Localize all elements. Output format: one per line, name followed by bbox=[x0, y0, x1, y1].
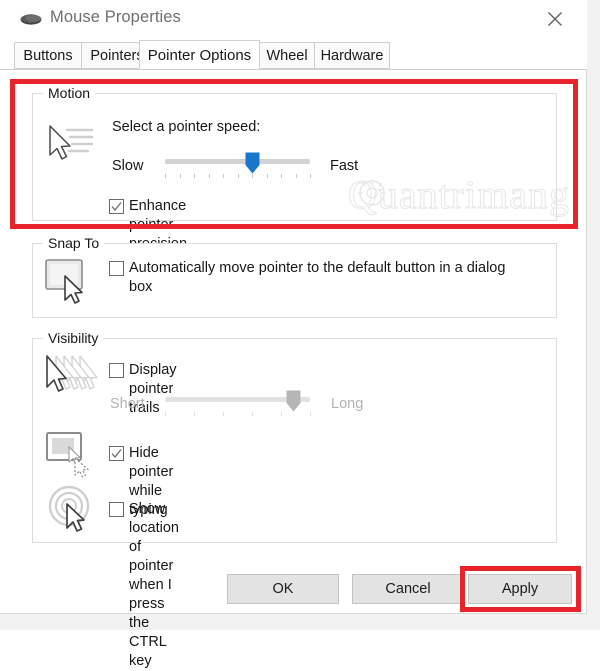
mouse-icon bbox=[20, 12, 42, 27]
snap-to-legend: Snap To bbox=[43, 235, 105, 251]
slider-thumb[interactable] bbox=[245, 152, 260, 174]
cancel-button[interactable]: Cancel bbox=[352, 574, 464, 604]
mouse-properties-dialog: Mouse Properties Buttons Pointers Pointe… bbox=[0, 0, 587, 669]
slider-ticks bbox=[165, 174, 311, 180]
tab-buttons[interactable]: Buttons bbox=[14, 42, 82, 69]
apply-button[interactable]: Apply bbox=[468, 574, 572, 604]
slider-tick bbox=[237, 174, 239, 178]
trails-long-label: Long bbox=[331, 396, 364, 412]
trails-short-label: Short bbox=[110, 396, 145, 412]
slider-tick bbox=[310, 412, 311, 416]
auto-move-pointer-label: Automatically move pointer to the defaul… bbox=[129, 260, 506, 295]
slider-tick bbox=[310, 174, 311, 178]
window-title: Mouse Properties bbox=[50, 8, 181, 26]
pointer-trails-icon bbox=[40, 352, 102, 407]
screen: Mouse Properties Buttons Pointers Pointe… bbox=[0, 0, 600, 669]
close-icon[interactable] bbox=[533, 4, 577, 36]
pointer-trails-slider[interactable] bbox=[165, 390, 311, 418]
enhance-precision-checkbox[interactable] bbox=[109, 199, 124, 214]
slider-tick bbox=[208, 174, 210, 178]
slider-slow-label: Slow bbox=[112, 158, 144, 174]
trails-slider-thumb[interactable] bbox=[286, 390, 301, 412]
slider-tick bbox=[179, 174, 181, 178]
snap-to-button-icon bbox=[44, 258, 96, 311]
show-location-ctrl-label: Show location of pointer when I press th… bbox=[129, 501, 179, 669]
select-pointer-speed-label: Select a pointer speed: bbox=[112, 119, 261, 135]
display-trails-checkbox[interactable] bbox=[109, 363, 124, 378]
slider-tick bbox=[165, 412, 166, 416]
slider-tick bbox=[281, 412, 282, 416]
pointer-speed-icon bbox=[42, 122, 96, 171]
slider-tick bbox=[165, 174, 166, 178]
slider-tick bbox=[252, 412, 253, 416]
tab-pointer-options[interactable]: Pointer Options bbox=[139, 40, 260, 69]
title-bar: Mouse Properties bbox=[0, 0, 587, 42]
tab-wheel[interactable]: Wheel bbox=[259, 42, 315, 69]
tab-hardware[interactable]: Hardware bbox=[314, 42, 390, 69]
ok-button[interactable]: OK bbox=[227, 574, 339, 604]
pointer-speed-slider[interactable] bbox=[165, 152, 311, 180]
visibility-legend: Visibility bbox=[43, 330, 104, 346]
tab-bar: Buttons Pointers Pointer Options Wheel H… bbox=[0, 40, 587, 70]
show-location-ctrl-checkbox[interactable] bbox=[109, 502, 124, 517]
slider-tick bbox=[194, 412, 195, 416]
slider-tick bbox=[252, 174, 253, 178]
slider-tick bbox=[281, 174, 282, 178]
slider-tick bbox=[223, 412, 224, 416]
hide-pointer-typing-checkbox[interactable] bbox=[109, 446, 124, 461]
slider-tick bbox=[223, 174, 224, 178]
slider-tick bbox=[295, 174, 297, 178]
slider-tick bbox=[194, 174, 195, 178]
slider-track bbox=[165, 159, 310, 164]
trails-slider-ticks bbox=[165, 412, 311, 418]
auto-move-pointer-checkbox[interactable] bbox=[109, 261, 124, 276]
show-location-ctrl-icon bbox=[45, 484, 99, 539]
motion-legend: Motion bbox=[43, 85, 96, 101]
watermark-text: Quantrimang bbox=[347, 172, 571, 218]
hide-pointer-typing-icon bbox=[45, 431, 99, 484]
slider-tick bbox=[266, 174, 268, 178]
